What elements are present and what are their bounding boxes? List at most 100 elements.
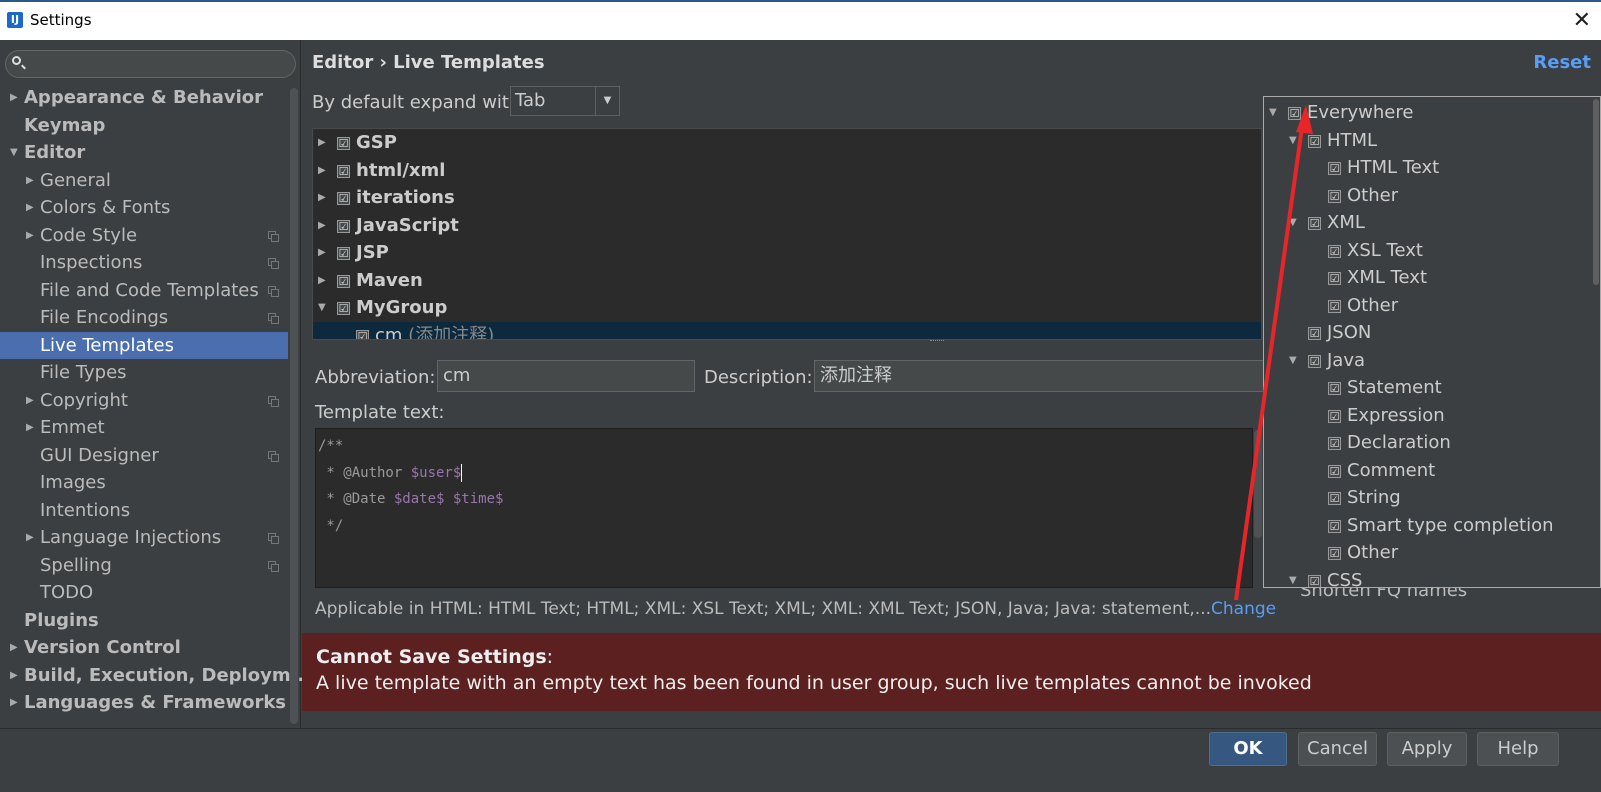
checkbox-icon[interactable]: ☑ — [1308, 327, 1321, 340]
context-item[interactable]: ☑ Other — [1264, 292, 1600, 320]
sidebar-item[interactable]: ▶ Languages & Frameworks — [0, 689, 288, 717]
checkbox-icon[interactable]: ☑ — [1308, 134, 1321, 148]
sidebar-item[interactable]: Plugins — [0, 607, 288, 635]
context-item[interactable]: ▼ ☑ Everywhere — [1264, 99, 1600, 127]
context-item[interactable]: ☑ String — [1264, 484, 1600, 512]
template-group[interactable]: ▶ ☑ Maven — [313, 267, 1261, 295]
checkbox-icon[interactable]: ☑ — [1328, 519, 1341, 533]
template-group[interactable]: ▶ ☑ html/xml — [313, 157, 1261, 185]
sidebar-item[interactable]: Keymap — [0, 112, 288, 140]
checkbox-icon[interactable]: ☑ — [337, 192, 350, 205]
checkbox-icon[interactable]: ☑ — [1328, 299, 1341, 313]
chevron-down-icon[interactable]: ▼ — [1289, 347, 1297, 374]
sidebar-item[interactable]: Intentions — [0, 497, 288, 525]
context-item[interactable]: ☑ HTML Text — [1264, 154, 1600, 182]
template-group[interactable]: ▶ ☑ JavaScript — [313, 212, 1261, 240]
apply-button[interactable]: Apply — [1387, 732, 1467, 766]
context-item[interactable]: ☑ Declaration — [1264, 429, 1600, 457]
chevron-right-icon[interactable]: ▶ — [10, 634, 18, 661]
sidebar-item[interactable]: ▶ Language Injections — [0, 524, 288, 552]
context-item[interactable]: ☑ JSON — [1264, 319, 1600, 347]
chevron-right-icon[interactable]: ▶ — [10, 689, 18, 716]
help-button[interactable]: Help — [1477, 732, 1559, 766]
checkbox-icon[interactable]: ☑ — [337, 137, 350, 150]
checkbox-icon[interactable]: ☑ — [1308, 354, 1321, 368]
context-item[interactable]: ☑ Other — [1264, 182, 1600, 210]
abbreviation-field[interactable]: cm — [437, 360, 695, 392]
search-input[interactable] — [5, 50, 296, 78]
chevron-right-icon[interactable]: ▶ — [26, 414, 34, 441]
checkbox-icon[interactable]: ☑ — [1328, 464, 1341, 478]
sidebar-item[interactable]: File and Code Templates — [0, 277, 288, 305]
context-item[interactable]: ▼ ☑ HTML — [1264, 127, 1600, 155]
chevron-right-icon[interactable]: ▶ — [26, 524, 34, 551]
chevron-right-icon[interactable]: ▶ — [26, 387, 34, 414]
checkbox-icon[interactable]: ☑ — [1328, 189, 1341, 203]
chevron-down-icon[interactable]: ▼ — [10, 139, 18, 166]
sidebar-item[interactable]: ▶ Copyright — [0, 387, 288, 415]
chevron-right-icon[interactable]: ▶ — [318, 129, 326, 156]
context-item[interactable]: ☑ XSL Text — [1264, 237, 1600, 265]
sidebar-item[interactable]: ▶ General — [0, 167, 288, 195]
context-item[interactable]: ▼ ☑ XML — [1264, 209, 1600, 237]
chevron-down-icon[interactable]: ▼ — [1289, 567, 1297, 588]
checkbox-icon[interactable]: ☑ — [1328, 437, 1341, 450]
context-item[interactable]: ☑ Expression — [1264, 402, 1600, 430]
chevron-right-icon[interactable]: ▶ — [10, 84, 18, 111]
checkbox-icon[interactable]: ☑ — [356, 329, 369, 339]
checkbox-icon[interactable]: ☑ — [1328, 547, 1341, 560]
checkbox-icon[interactable]: ☑ — [1328, 409, 1341, 423]
checkbox-icon[interactable]: ☑ — [337, 219, 350, 233]
chevron-down-icon[interactable]: ▼ — [1269, 99, 1277, 126]
chevron-down-icon[interactable]: ▼ — [1289, 209, 1297, 236]
checkbox-icon[interactable]: ☑ — [1328, 162, 1341, 175]
description-field[interactable]: 添加注释 — [814, 360, 1264, 392]
sidebar-item[interactable]: ▼ Editor — [0, 139, 288, 167]
context-item[interactable]: ☑ Other — [1264, 539, 1600, 567]
template-group[interactable]: ▶ ☑ JSP — [313, 239, 1261, 267]
splitter-handle[interactable] — [930, 340, 944, 343]
cancel-button[interactable]: Cancel — [1298, 732, 1377, 766]
sidebar-item[interactable]: ▶ Colors & Fonts — [0, 194, 288, 222]
change-link[interactable]: Change — [1211, 599, 1276, 619]
sidebar-item[interactable]: ▶ Version Control — [0, 634, 288, 662]
checkbox-icon[interactable]: ☑ — [1328, 244, 1341, 258]
sidebar-item[interactable]: File Types — [0, 359, 288, 387]
sidebar-item[interactable]: Inspections — [0, 249, 288, 277]
checkbox-icon[interactable]: ☑ — [337, 302, 350, 315]
checkbox-icon[interactable]: ☑ — [337, 247, 350, 260]
sidebar-item[interactable]: Spelling — [0, 552, 288, 580]
chevron-down-icon[interactable]: ▼ — [318, 294, 326, 321]
template-group[interactable]: ▼ ☑ MyGroup — [313, 294, 1261, 322]
sidebar-item[interactable]: ▶ Build, Execution, Deploym... — [0, 662, 311, 690]
context-item[interactable]: ▼ ☑ CSS — [1264, 567, 1600, 588]
popup-scrollbar[interactable] — [1593, 99, 1599, 285]
sidebar-item[interactable]: GUI Designer — [0, 442, 288, 470]
ok-button[interactable]: OK — [1209, 732, 1287, 766]
chevron-down-icon[interactable]: ▼ — [1289, 127, 1297, 154]
sidebar-item[interactable]: TODO — [0, 579, 288, 607]
context-item[interactable]: ☑ Smart type completion — [1264, 512, 1600, 540]
checkbox-icon[interactable]: ☑ — [1308, 217, 1321, 230]
reset-link[interactable]: Reset — [1533, 52, 1591, 73]
sidebar-scrollbar[interactable] — [290, 88, 298, 724]
checkbox-icon[interactable]: ☑ — [337, 274, 350, 288]
chevron-right-icon[interactable]: ▶ — [10, 662, 18, 689]
chevron-right-icon[interactable]: ▶ — [26, 222, 34, 249]
chevron-right-icon[interactable]: ▶ — [26, 194, 34, 221]
chevron-right-icon[interactable]: ▶ — [318, 184, 326, 211]
sidebar-item[interactable]: File Encodings — [0, 304, 288, 332]
checkbox-icon[interactable]: ☑ — [1328, 272, 1341, 285]
chevron-right-icon[interactable]: ▶ — [318, 212, 326, 239]
template-group[interactable]: ▶ ☑ iterations — [313, 184, 1261, 212]
close-icon[interactable]: ✕ — [1573, 8, 1591, 33]
sidebar-item[interactable]: ▶ Emmet — [0, 414, 288, 442]
template-text-editor[interactable]: /** * @Author $user$ * @Date $date$ $tim… — [315, 428, 1253, 588]
chevron-right-icon[interactable]: ▶ — [318, 267, 326, 294]
context-item[interactable]: ☑ XML Text — [1264, 264, 1600, 292]
context-item[interactable]: ☑ Comment — [1264, 457, 1600, 485]
sidebar-item[interactable]: Live Templates — [0, 331, 288, 359]
expand-with-select[interactable]: Tab ▼ — [510, 86, 620, 116]
chevron-right-icon[interactable]: ▶ — [318, 239, 326, 266]
checkbox-icon[interactable]: ☑ — [1288, 107, 1301, 120]
